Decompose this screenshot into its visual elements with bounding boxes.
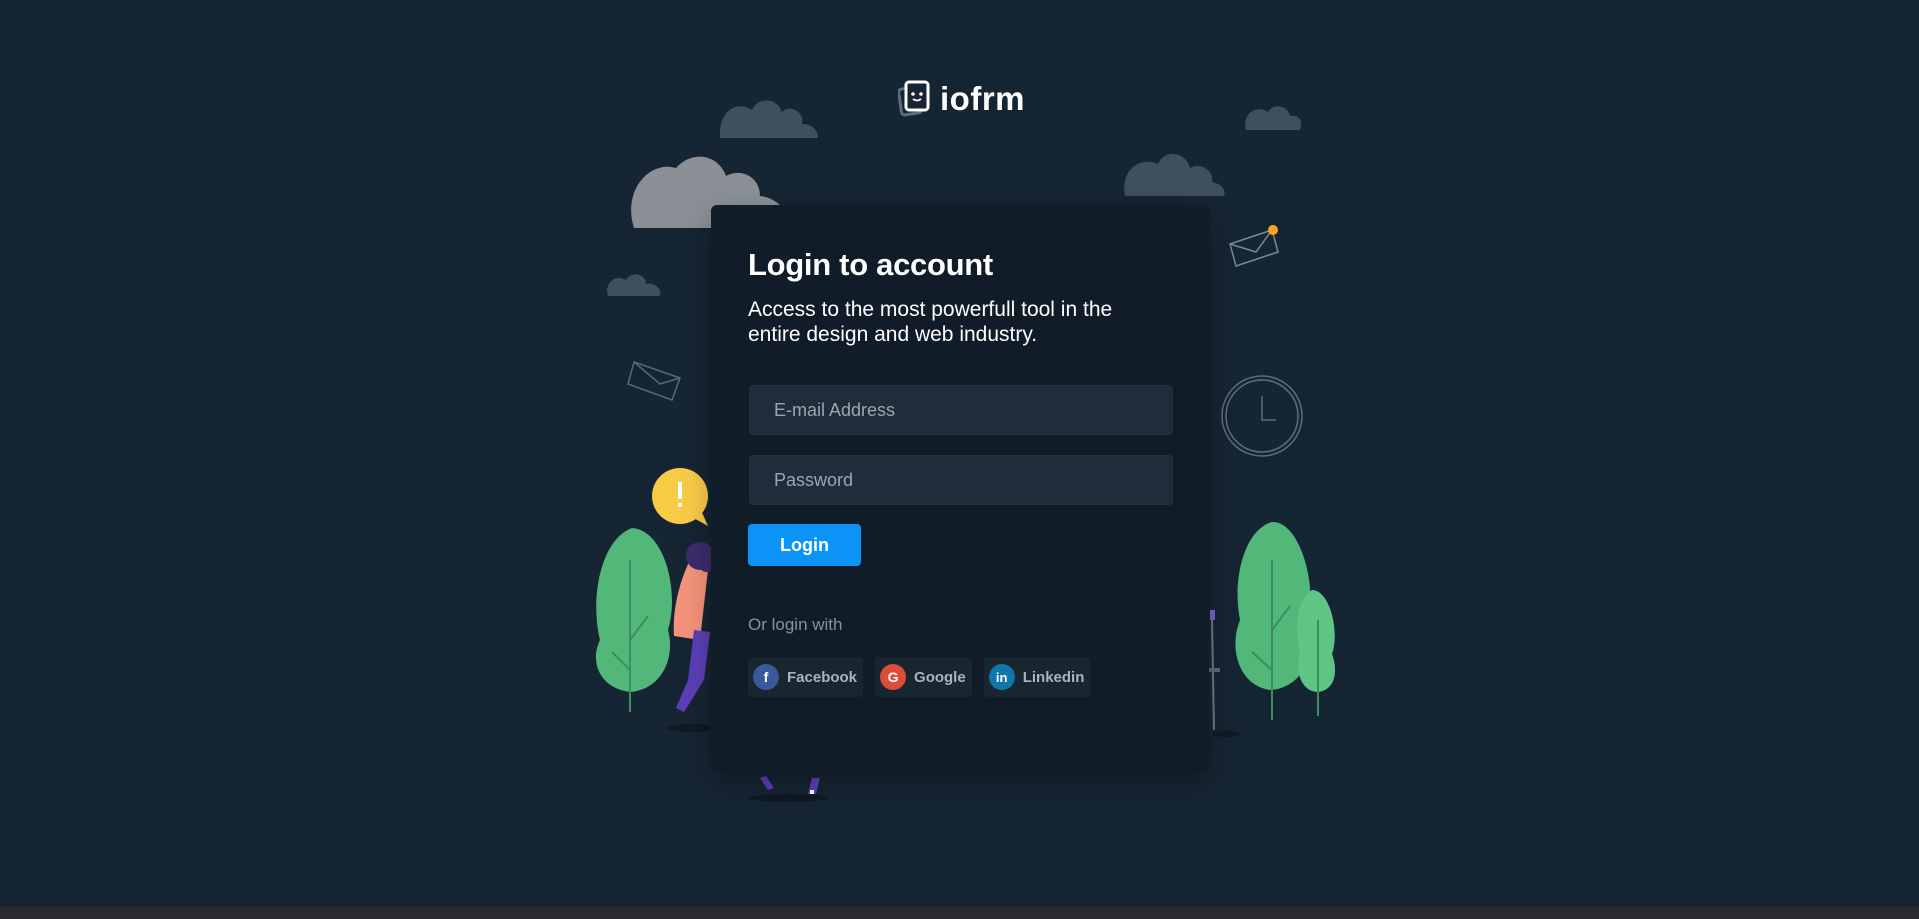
envelope-icon	[627, 361, 681, 401]
facebook-label: Facebook	[787, 668, 858, 686]
facebook-login-button[interactable]: f Facebook	[748, 657, 864, 697]
linkedin-icon: in	[988, 664, 1015, 690]
tree-icon	[595, 528, 672, 712]
tree-icon	[1235, 521, 1336, 720]
login-card: Login to account Access to the most powe…	[711, 205, 1209, 773]
login-button[interactable]: Login	[748, 524, 861, 566]
google-icon: G	[880, 664, 907, 690]
clock-icon	[1221, 375, 1303, 457]
linkedin-login-button[interactable]: in Linkedin	[983, 657, 1091, 697]
google-login-button[interactable]: G Google	[875, 657, 972, 697]
bottom-strip	[0, 907, 1919, 919]
social-login-group: f Facebook G Google in Linkedin	[748, 657, 1091, 697]
lamp-stand-icon	[1208, 610, 1240, 737]
brand-logo[interactable]: iofrm	[898, 80, 1025, 118]
facebook-icon: f	[753, 664, 779, 690]
password-field[interactable]	[749, 455, 1173, 505]
linkedin-label: Linkedin	[1022, 668, 1085, 686]
person-legs	[748, 776, 828, 802]
google-label: Google	[914, 668, 966, 686]
cloud-icon	[607, 274, 661, 296]
alert-bubble-icon	[652, 468, 708, 526]
envelope-icon	[1229, 229, 1279, 267]
cloud-icon	[1124, 153, 1225, 196]
cloud-icon	[719, 100, 818, 138]
cloud-icon	[1245, 106, 1302, 130]
login-subtitle: Access to the most powerfull tool in the…	[748, 298, 1113, 346]
login-title: Login to account	[748, 247, 993, 282]
or-login-label: Or login with	[748, 615, 843, 634]
login-page: iofrm Login to account Access to the mos…	[0, 0, 1919, 919]
brand-name: iofrm	[940, 80, 1025, 117]
person-figure	[666, 542, 714, 732]
email-field[interactable]	[749, 385, 1173, 435]
logo-icon	[898, 80, 930, 117]
